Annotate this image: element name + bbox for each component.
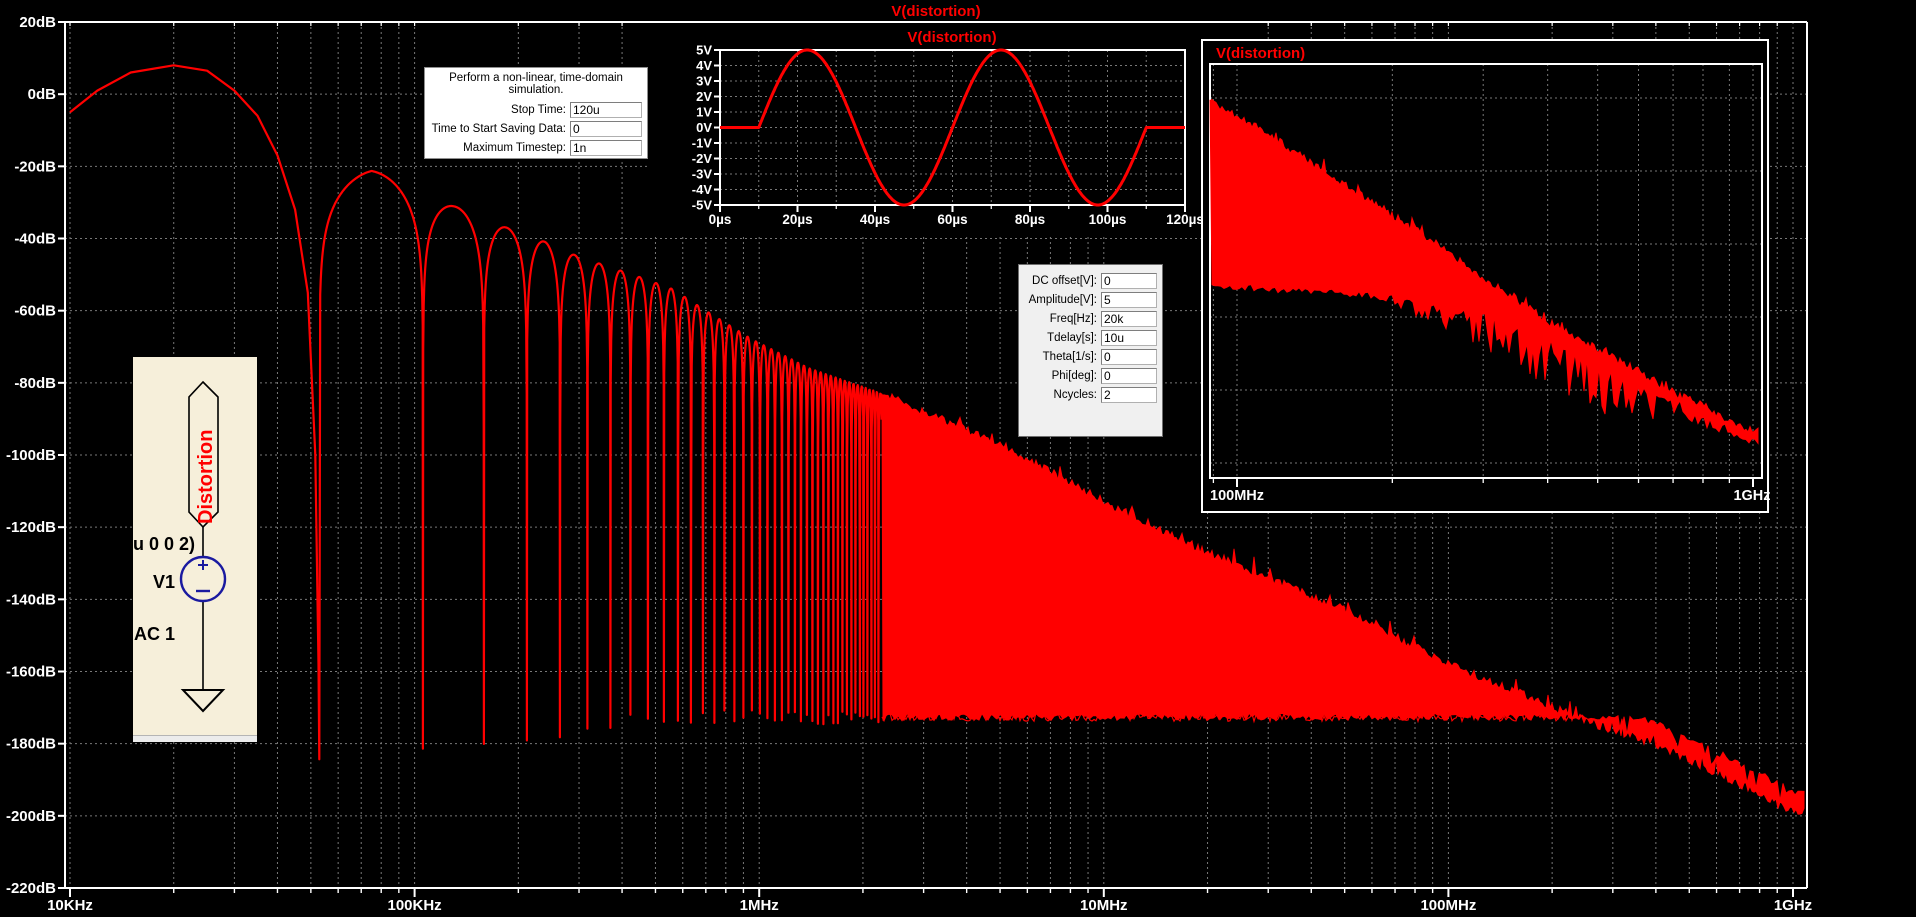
main-trace-label[interactable]: V(distortion): [65, 3, 1807, 20]
time-domain-pane[interactable]: V(distortion) 5V4V3V2V1V0V-1V-2V-3V-4V-5V…: [648, 23, 1218, 234]
y-axis-tick-label: -80dB: [14, 375, 56, 392]
x-axis-tick-label: 100KHz: [387, 897, 441, 914]
phi-deg-label: Phi[deg]:: [1051, 370, 1097, 382]
sim-field-row: Maximum Timestep:: [430, 140, 642, 156]
ltspice-window: V(distortion) 20dB 0dB -20dB -40dB -60dB -80d…: [0, 0, 1916, 917]
sine-source-dialog: DC offset[V]: Amplitude[V]: Freq[Hz]: Tdela…: [1018, 264, 1163, 437]
time-x-tick-label: 120µs: [1166, 212, 1204, 227]
tdelay-s-label: Tdelay[s]:: [1047, 332, 1097, 344]
y-axis-tick-label: -60dB: [14, 303, 56, 320]
time-x-tick-label: 100µs: [1089, 212, 1127, 227]
maximum-timestep-label: Maximum Timestep:: [463, 142, 566, 154]
y-axis-tick-label: -180dB: [6, 736, 56, 753]
stop-time-input[interactable]: [570, 102, 642, 118]
y-axis-tick-label: -100dB: [6, 447, 56, 464]
freq-hz-label: Freq[Hz]:: [1049, 313, 1097, 325]
ac-spec-text[interactable]: AC 1: [134, 624, 175, 644]
source-field-row: Phi[deg]:: [1024, 368, 1157, 384]
time-y-tick-label: 3V: [696, 74, 712, 89]
time-y-tick-label: 4V: [696, 58, 712, 73]
time-x-tick-label: 40µs: [860, 212, 890, 227]
time-y-tick-label: -5V: [692, 198, 713, 213]
source-field-row: Amplitude[V]:: [1024, 292, 1157, 308]
y-axis-tick-label: -120dB: [6, 519, 56, 536]
dc-offset-v-label: DC offset[V]:: [1032, 275, 1097, 287]
time-x-tick-label: 80µs: [1015, 212, 1045, 227]
time-x-tick-label: 20µs: [782, 212, 812, 227]
window-edge-strip: [133, 735, 257, 742]
spice-directive-text: u 0 0 2): [133, 534, 195, 554]
time-to-start-saving-data-label: Time to Start Saving Data:: [431, 123, 566, 135]
ncycles-input[interactable]: [1101, 387, 1157, 403]
time-x-tick-label: 60µs: [937, 212, 967, 227]
y-axis-tick-label: -160dB: [6, 664, 56, 681]
waveform-plot-area[interactable]: 20dB 0dB -20dB -40dB -60dB -80dB -100dB -120dB -…: [0, 0, 1916, 917]
ncycles-label: Ncycles:: [1053, 389, 1097, 401]
amplitude-v-input[interactable]: [1101, 292, 1157, 308]
phi-deg-input[interactable]: [1101, 368, 1157, 384]
source-field-row: DC offset[V]:: [1024, 273, 1157, 289]
time-y-tick-label: -2V: [692, 151, 713, 166]
sim-field-row: Stop Time:: [430, 102, 642, 118]
rf-inset-trace-label[interactable]: V(distortion): [1216, 45, 1305, 62]
sim-field-row: Time to Start Saving Data:: [430, 121, 642, 137]
maximum-timestep-input[interactable]: [570, 140, 642, 156]
net-label-distortion[interactable]: Distortion: [195, 430, 217, 524]
ground-symbol[interactable]: [180, 689, 226, 713]
x-axis-tick-label: 100MHz: [1420, 897, 1476, 914]
tdelay-s-input[interactable]: [1101, 330, 1157, 346]
y-axis-tick-label: -140dB: [6, 591, 56, 608]
theta-1-s-input[interactable]: [1101, 349, 1157, 365]
designator-text[interactable]: V1: [153, 572, 175, 592]
sim-dialog-description: Perform a non-linear, time-domain simula…: [449, 72, 623, 96]
y-axis-tick-label: -200dB: [6, 808, 56, 825]
y-axis-tick-label: -20dB: [14, 158, 56, 175]
y-axis-tick-label: -220dB: [6, 880, 56, 897]
source-field-row: Freq[Hz]:: [1024, 311, 1157, 327]
y-axis-tick-label: 0dB: [28, 86, 57, 103]
time-y-tick-label: 0V: [696, 120, 712, 135]
x-axis-tick-label: 10KHz: [47, 897, 93, 914]
amplitude-v-label: Amplitude[V]:: [1028, 294, 1097, 306]
time-y-tick-label: 5V: [696, 43, 712, 58]
time-y-tick-label: -3V: [692, 167, 713, 182]
time-y-tick-label: -1V: [692, 136, 713, 151]
time-inset-trace-label[interactable]: V(distortion): [907, 29, 996, 46]
time-y-tick-label: 1V: [696, 105, 712, 120]
time-y-tick-label: 2V: [696, 89, 712, 104]
dc-offset-v-input[interactable]: [1101, 273, 1157, 289]
source-field-row: Ncycles:: [1024, 387, 1157, 403]
time-to-start-saving-data-input[interactable]: [570, 121, 642, 137]
schematic-fragment[interactable]: Distortion u 0 0 2) V1 AC 1: [133, 357, 257, 742]
freq-hz-input[interactable]: [1101, 311, 1157, 327]
stop-time-label: Stop Time:: [511, 104, 566, 116]
y-axis-tick-label: 20dB: [19, 14, 56, 31]
source-field-row: Theta[1/s]:: [1024, 349, 1157, 365]
source-field-row: Tdelay[s]:: [1024, 330, 1157, 346]
rf-zoom-pane[interactable]: V(distortion) 100MHz 1GHz: [1201, 39, 1771, 513]
time-x-tick-label: 0µs: [709, 212, 732, 227]
time-y-tick-label: -4V: [692, 182, 713, 197]
x-axis-tick-label: 1MHz: [740, 897, 779, 914]
transient-sim-dialog: Perform a non-linear, time-domain simula…: [424, 67, 648, 159]
rf-x-tick-label: 100MHz: [1210, 488, 1264, 504]
y-axis-tick-label: -40dB: [14, 231, 56, 248]
x-axis-tick-label: 10MHz: [1080, 897, 1128, 914]
rf-x-tick-label: 1GHz: [1733, 488, 1770, 504]
x-axis-tick-label: 1GHz: [1774, 897, 1812, 914]
theta-1-s-label: Theta[1/s]:: [1042, 351, 1097, 363]
